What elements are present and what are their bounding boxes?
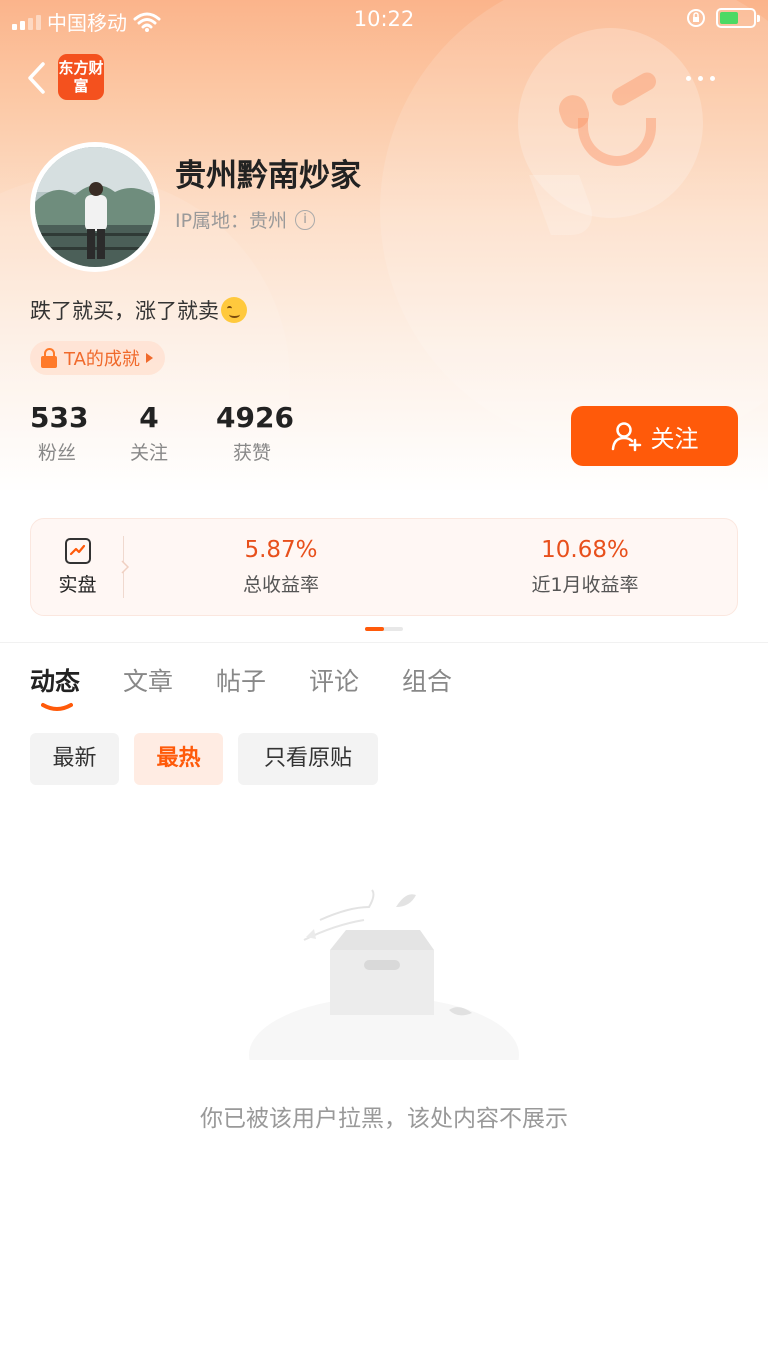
stat-likes[interactable]: 4926 获赞 <box>216 400 294 465</box>
metric-label: 近1月收益率 <box>531 574 639 596</box>
empty-box-illustration <box>249 889 519 1060</box>
info-icon[interactable]: i <box>295 209 316 230</box>
unlock-icon <box>40 348 58 368</box>
tab-dynamics[interactable]: 动态 <box>30 662 80 698</box>
chevron-right-icon <box>121 560 130 574</box>
tab-portfolios[interactable]: 组合 <box>402 662 452 698</box>
battery-icon <box>716 8 760 28</box>
tab-comments[interactable]: 评论 <box>309 662 359 698</box>
bio: 跌了就买，涨了就卖 <box>30 295 247 325</box>
app-logo[interactable]: 东方财富 <box>58 54 104 100</box>
ip-location-text: IP属地：贵州 <box>175 210 288 232</box>
stat-label: 关注 <box>129 442 168 464</box>
filter-original-only[interactable]: 只看原贴 <box>238 733 378 785</box>
metric-label: 总收益率 <box>242 574 319 596</box>
metric-month-return: 10.68% 近1月收益率 <box>485 534 685 597</box>
stat-following[interactable]: 4 关注 <box>126 400 172 465</box>
divider <box>0 642 768 643</box>
active-tab-indicator <box>41 703 73 711</box>
stat-value: 4926 <box>216 401 294 434</box>
metric-total-return: 5.87% 总收益率 <box>181 534 381 597</box>
filter-hottest[interactable]: 最热 <box>134 733 223 785</box>
avatar[interactable] <box>30 142 160 272</box>
more-options-icon[interactable] <box>678 66 722 90</box>
back-arrow-icon[interactable] <box>22 58 52 98</box>
account-type-label: 实盘 <box>58 573 97 596</box>
achievement-badge[interactable]: TA的成就 <box>30 341 165 375</box>
header-background <box>0 0 768 560</box>
tab-posts[interactable]: 帖子 <box>216 662 266 698</box>
stat-value: 533 <box>30 401 89 434</box>
stat-fans[interactable]: 533 粉丝 <box>30 400 89 465</box>
page-indicator <box>365 627 403 631</box>
stat-label: 获赞 <box>232 442 271 464</box>
stat-value: 4 <box>139 401 159 434</box>
avatar-image <box>35 147 155 267</box>
smirk-emoji-icon <box>221 297 247 323</box>
metric-value: 5.87% <box>244 537 318 563</box>
rotation-lock-icon <box>687 9 705 27</box>
username: 贵州黔南炒家 <box>175 158 361 194</box>
filter-latest[interactable]: 最新 <box>30 733 119 785</box>
add-user-icon <box>611 422 641 452</box>
empty-state-message: 你已被该用户拉黑，该处内容不展示 <box>200 1106 568 1132</box>
metric-value: 10.68% <box>541 537 629 563</box>
status-time: 10:22 <box>353 7 415 31</box>
tab-articles[interactable]: 文章 <box>123 662 173 698</box>
stat-label: 粉丝 <box>37 442 76 464</box>
achievement-label: TA的成就 <box>64 349 140 370</box>
ip-location: IP属地：贵州 i <box>175 206 316 233</box>
status-bar: 中国移动 10:22 <box>0 0 768 40</box>
follow-button[interactable]: 关注 <box>571 406 738 466</box>
bio-text: 跌了就买，涨了就卖 <box>30 299 219 323</box>
follow-label: 关注 <box>650 424 699 453</box>
triangle-right-icon <box>145 353 153 363</box>
account-type[interactable]: 实盘 <box>30 518 125 616</box>
trend-chart-icon <box>64 537 91 564</box>
